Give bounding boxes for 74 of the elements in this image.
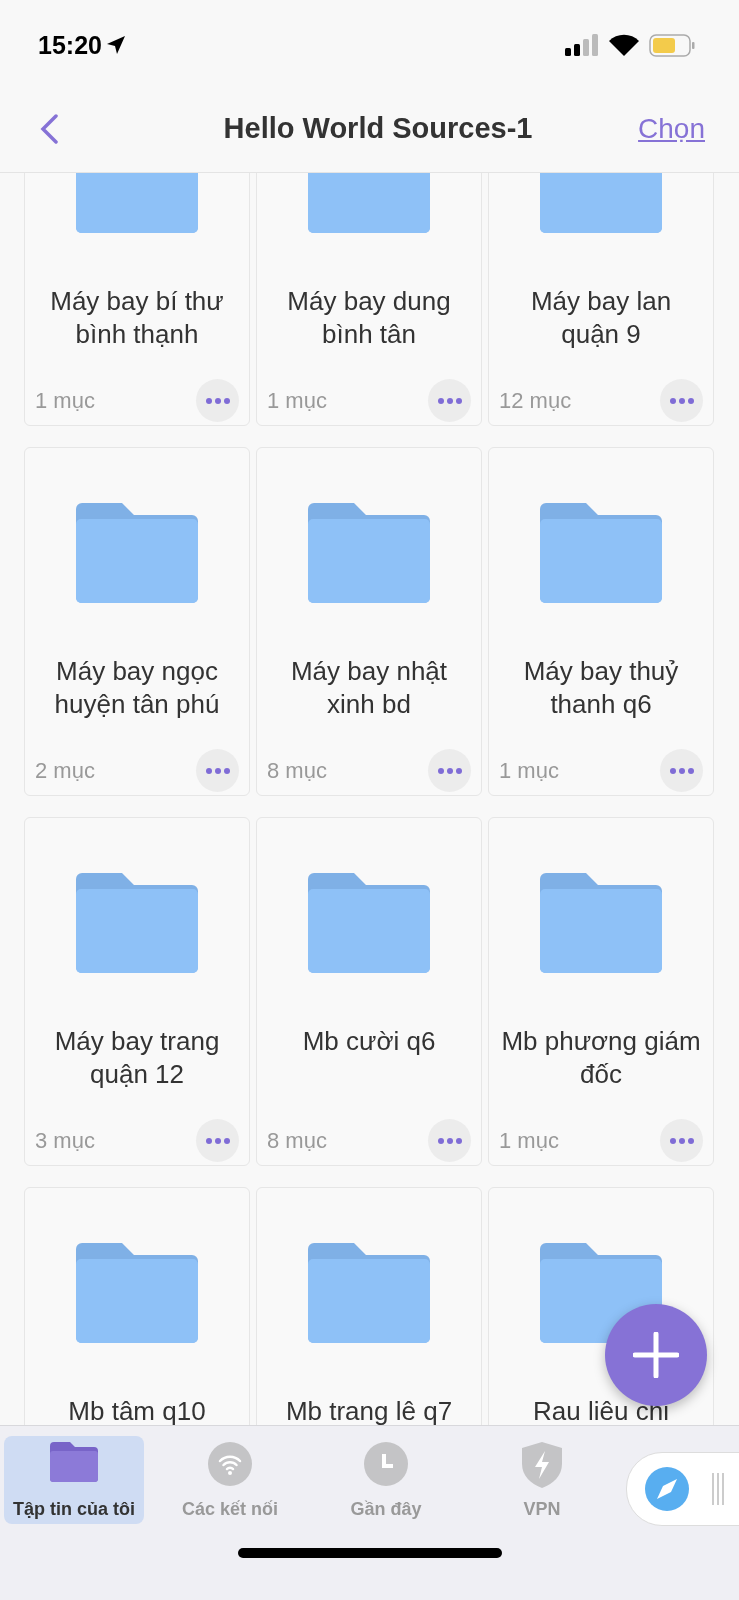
folder-card[interactable]: Mb trang lê q7 bbox=[256, 1187, 482, 1425]
more-button[interactable] bbox=[196, 379, 239, 422]
tab[interactable]: Tập tin của tôi bbox=[4, 1436, 144, 1524]
item-count: 2 mục bbox=[35, 757, 95, 784]
folder-name: Mb tâm q10 bbox=[68, 1395, 206, 1425]
folder-icon bbox=[76, 873, 198, 973]
more-button[interactable] bbox=[428, 749, 471, 792]
folder-name: Máy bay ngọc huyện tân phú bbox=[53, 655, 221, 721]
more-icon bbox=[669, 1137, 694, 1144]
folder-icon bbox=[308, 873, 430, 973]
item-count: 1 mục bbox=[35, 387, 95, 414]
page-title: Hello World Sources-1 bbox=[223, 112, 533, 145]
folder-card[interactable]: Máy bay nhật xinh bd 8 mục bbox=[256, 447, 482, 796]
folder-card[interactable]: Mb phương giám đốc 1 mục bbox=[488, 817, 714, 1166]
item-count: 8 mục bbox=[267, 757, 327, 784]
more-button[interactable] bbox=[660, 1119, 703, 1162]
back-icon[interactable] bbox=[40, 113, 58, 144]
location-arrow-icon bbox=[105, 35, 126, 55]
clock-icon bbox=[364, 1442, 408, 1486]
folder-name: Mb trang lê q7 bbox=[285, 1395, 453, 1425]
more-icon bbox=[205, 767, 230, 774]
more-icon bbox=[205, 397, 230, 404]
item-count: 1 mục bbox=[499, 757, 559, 784]
folder-icon bbox=[540, 503, 662, 603]
item-count: 1 mục bbox=[267, 387, 327, 414]
wifi-icon bbox=[609, 34, 639, 56]
select-link[interactable]: Chọn bbox=[638, 112, 705, 145]
folder-icon bbox=[76, 503, 198, 603]
more-icon bbox=[205, 1137, 230, 1144]
folder-icon bbox=[540, 873, 662, 973]
item-count: 1 mục bbox=[499, 1127, 559, 1154]
item-count: 3 mục bbox=[35, 1127, 95, 1154]
folder-card[interactable]: Máy bay lan quận 9 12 mục bbox=[488, 173, 714, 426]
folder-icon bbox=[76, 1243, 198, 1343]
folder-card[interactable]: Máy bay trang quận 12 3 mục bbox=[24, 817, 250, 1166]
folder-name: Máy bay trang quận 12 bbox=[53, 1025, 221, 1091]
folder-icon bbox=[308, 503, 430, 603]
browser-pill[interactable] bbox=[626, 1452, 739, 1526]
status-time: 15:20 bbox=[38, 30, 126, 60]
more-button[interactable] bbox=[428, 1119, 471, 1162]
more-icon bbox=[669, 767, 694, 774]
folder-icon bbox=[308, 1243, 430, 1343]
folder-name: Mb cười q6 bbox=[302, 1025, 436, 1058]
item-count: 8 mục bbox=[267, 1127, 327, 1154]
more-icon bbox=[437, 767, 462, 774]
folder-name: Máy bay nhật xinh bd bbox=[289, 655, 449, 721]
folder-card[interactable]: Máy bay dung bình tân 1 mục bbox=[256, 173, 482, 426]
folder-name: Máy bay bí thư bình thạnh bbox=[49, 285, 225, 351]
grip-icon bbox=[711, 1473, 725, 1505]
folder-name: Mb phương giám đốc bbox=[500, 1025, 702, 1091]
signal-icon bbox=[565, 34, 599, 56]
folder-card[interactable]: Mb cười q6 8 mục bbox=[256, 817, 482, 1166]
folder-card[interactable]: Máy bay bí thư bình thạnh 1 mục bbox=[24, 173, 250, 426]
folder-card[interactable]: Mb tâm q10 bbox=[24, 1187, 250, 1425]
shield-icon bbox=[522, 1442, 562, 1488]
battery-icon bbox=[649, 33, 695, 57]
more-icon bbox=[669, 397, 694, 404]
folder-icon bbox=[50, 1442, 98, 1482]
more-button[interactable] bbox=[660, 749, 703, 792]
more-button[interactable] bbox=[196, 749, 239, 792]
wifi-icon bbox=[208, 1442, 252, 1486]
plus-icon bbox=[633, 1332, 679, 1378]
more-button[interactable] bbox=[196, 1119, 239, 1162]
folder-card[interactable]: Máy bay ngọc huyện tân phú 2 mục bbox=[24, 447, 250, 796]
more-button[interactable] bbox=[428, 379, 471, 422]
folder-card[interactable]: Máy bay thuỷ thanh q6 1 mục bbox=[488, 447, 714, 796]
item-count: 12 mục bbox=[499, 387, 572, 414]
compass-icon bbox=[645, 1467, 689, 1511]
more-icon bbox=[437, 1137, 462, 1144]
more-icon bbox=[437, 397, 462, 404]
more-button[interactable] bbox=[660, 379, 703, 422]
folder-name: Máy bay dung bình tân bbox=[286, 285, 452, 351]
folder-name: Máy bay lan quận 9 bbox=[529, 285, 673, 351]
folder-name: Máy bay thuỷ thanh q6 bbox=[522, 655, 680, 721]
